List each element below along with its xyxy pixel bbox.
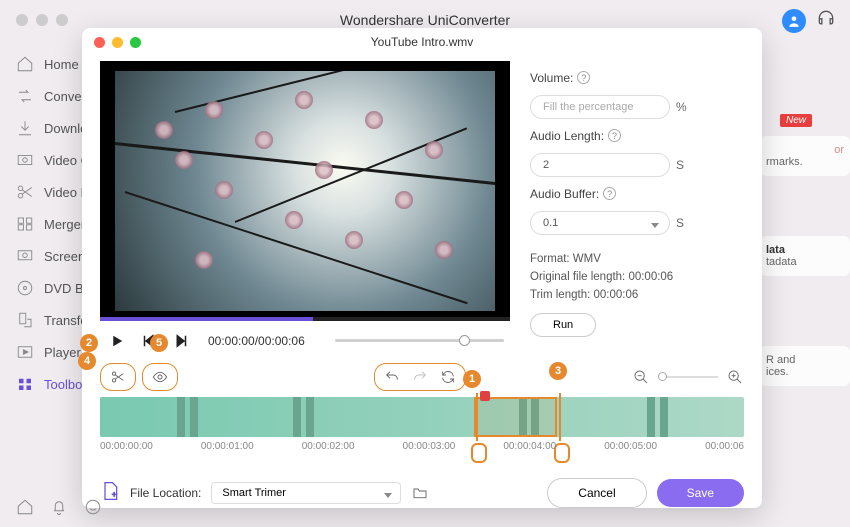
- next-frame-button[interactable]: [170, 330, 192, 352]
- audio-buffer-unit: S: [676, 216, 684, 230]
- zoom-controls: [632, 368, 744, 386]
- video-progress[interactable]: [100, 317, 510, 321]
- record-icon: [16, 247, 34, 265]
- sidebar-item-label: Home: [44, 57, 79, 72]
- preview-group: [142, 363, 178, 391]
- audio-buffer-select[interactable]: 0.1: [530, 211, 670, 235]
- file-location-label: File Location:: [130, 486, 201, 500]
- settings-panel: Volume:? Fill the percentage % Audio Len…: [530, 61, 744, 361]
- peek-card: lata tadata: [760, 236, 850, 276]
- timecode: 00:00:00/00:00:06: [208, 334, 305, 348]
- save-button[interactable]: Save: [657, 479, 744, 507]
- volume-input[interactable]: Fill the percentage: [530, 95, 670, 119]
- merger-icon: [16, 215, 34, 233]
- video-frame: [115, 71, 495, 311]
- toolbox-icon: [16, 375, 34, 393]
- timeline-ticks: 00:00:00:00 00:00:01:00 00:00:02:00 00:0…: [100, 441, 744, 452]
- transfer-icon: [16, 311, 34, 329]
- help-icon[interactable]: ?: [608, 129, 621, 142]
- volume-label: Volume:: [530, 71, 573, 85]
- volume-slider[interactable]: [335, 339, 504, 342]
- traffic-dot: [36, 14, 48, 26]
- audio-buffer-label: Audio Buffer:: [530, 187, 599, 201]
- annotation-3: 3: [549, 362, 567, 380]
- close-icon[interactable]: [94, 37, 105, 48]
- run-button[interactable]: Run: [530, 313, 596, 337]
- original-length-info: Original file length: 00:00:06: [530, 271, 744, 283]
- redo-icon[interactable]: [411, 368, 429, 386]
- history-group: [374, 363, 466, 391]
- zoom-in-icon[interactable]: [726, 368, 744, 386]
- sidebar-item-label: Merger: [44, 217, 85, 232]
- peek-card: R and ices.: [760, 346, 850, 386]
- audio-length-input[interactable]: 2: [530, 153, 670, 177]
- playhead[interactable]: [480, 391, 490, 401]
- download-icon: [16, 119, 34, 137]
- traffic-dot: [56, 14, 68, 26]
- right-peek: New or rmarks. lata tadata R and ices.: [760, 110, 850, 386]
- bell-icon[interactable]: [50, 498, 68, 521]
- support-icon[interactable]: [816, 8, 836, 33]
- modal-title: YouTube Intro.wmv: [82, 35, 762, 49]
- annotation-4: 4: [78, 352, 96, 370]
- refresh-icon[interactable]: [439, 368, 457, 386]
- timeline[interactable]: 00:00:00:00 00:00:01:00 00:00:02:00 00:0…: [100, 397, 744, 464]
- maximize-icon[interactable]: [130, 37, 141, 48]
- annotation-2: 2: [80, 334, 98, 352]
- cancel-button[interactable]: Cancel: [547, 478, 646, 508]
- zoom-slider[interactable]: [658, 376, 718, 378]
- peek-card: or rmarks.: [760, 136, 850, 176]
- undo-icon[interactable]: [383, 368, 401, 386]
- home-icon: [16, 55, 34, 73]
- modal-traffic: [94, 37, 141, 48]
- add-file-icon[interactable]: [100, 481, 120, 506]
- help-icon[interactable]: ?: [603, 187, 616, 200]
- scissors-icon: [16, 183, 34, 201]
- edit-toolbar: [82, 361, 762, 393]
- traffic-lights: [16, 14, 68, 26]
- trim-length-info: Trim length: 00:00:06: [530, 289, 744, 301]
- play-button[interactable]: [106, 330, 128, 352]
- compress-icon: [16, 151, 34, 169]
- statusbar: [16, 498, 102, 521]
- video-preview[interactable]: [100, 61, 510, 321]
- cut-group: [100, 363, 136, 391]
- player-icon: [16, 343, 34, 361]
- volume-unit: %: [676, 100, 687, 114]
- dvd-icon: [16, 279, 34, 297]
- modal-footer: File Location: Smart Trimer Cancel Save: [82, 470, 762, 508]
- home-status-icon[interactable]: [16, 498, 34, 521]
- audio-length-label: Audio Length:: [530, 129, 604, 143]
- annotation-1: 1: [463, 370, 481, 388]
- help-icon[interactable]: ?: [577, 71, 590, 84]
- trimmer-modal: YouTube Intro.wmv: [82, 28, 762, 508]
- new-badge: New: [780, 114, 812, 127]
- file-location-select[interactable]: Smart Trimer: [211, 482, 401, 504]
- annotation-5: 5: [150, 334, 168, 352]
- modal-titlebar: YouTube Intro.wmv: [82, 28, 762, 57]
- avatar[interactable]: [782, 9, 806, 33]
- format-info: Format: WMV: [530, 253, 744, 265]
- app-title: Wondershare UniConverter: [0, 12, 850, 28]
- minimize-icon[interactable]: [112, 37, 123, 48]
- audio-length-unit: S: [676, 158, 684, 172]
- sidebar-item-label: Player: [44, 345, 81, 360]
- zoom-out-icon[interactable]: [632, 368, 650, 386]
- timeline-selection[interactable]: [474, 397, 558, 437]
- traffic-dot: [16, 14, 28, 26]
- convert-icon: [16, 87, 34, 105]
- eye-icon[interactable]: [151, 368, 169, 386]
- folder-icon[interactable]: [411, 484, 429, 502]
- cut-icon[interactable]: [109, 368, 127, 386]
- feedback-icon[interactable]: [84, 498, 102, 521]
